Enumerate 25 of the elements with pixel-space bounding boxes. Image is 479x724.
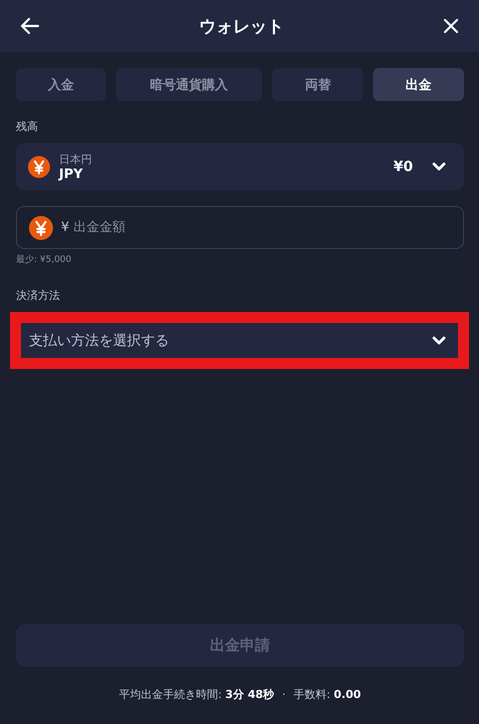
separator-dot: ·: [282, 688, 286, 701]
amount-input[interactable]: 出金金額: [71, 219, 451, 236]
tab[interactable]: 暗号通貨購入: [116, 68, 262, 101]
payment-method-select[interactable]: 支払い方法を選択する: [21, 323, 458, 358]
amount-field[interactable]: ¥ 出金金額: [16, 206, 464, 249]
section-label: 残高: [16, 119, 39, 134]
minimum-hint: 最少: ¥5,000: [16, 254, 72, 266]
tab[interactable]: 出金: [373, 68, 464, 101]
yen-icon: [29, 216, 53, 240]
currency-name: 日本円: [59, 152, 92, 166]
close-icon[interactable]: [443, 18, 459, 34]
balance-amount: ¥0: [394, 158, 413, 174]
tab[interactable]: 両替: [272, 68, 364, 101]
fee-text: 手数料: 0.00: [294, 687, 361, 702]
window-title: ウォレット: [199, 16, 284, 38]
currency-selector[interactable]: 日本円 JPY ¥0: [16, 143, 464, 190]
tab[interactable]: 入金: [16, 68, 106, 101]
currency-code: JPY: [59, 166, 84, 182]
currency-prefix: ¥: [61, 220, 70, 235]
yen-icon: [28, 156, 50, 178]
chevron-down-icon: [432, 336, 446, 346]
processing-time-text: 平均出金手続き時間: 3分 48秒: [119, 687, 274, 702]
section-label: 決済方法: [16, 288, 61, 303]
back-arrow-icon[interactable]: [20, 17, 40, 35]
chevron-down-icon: [432, 162, 446, 172]
